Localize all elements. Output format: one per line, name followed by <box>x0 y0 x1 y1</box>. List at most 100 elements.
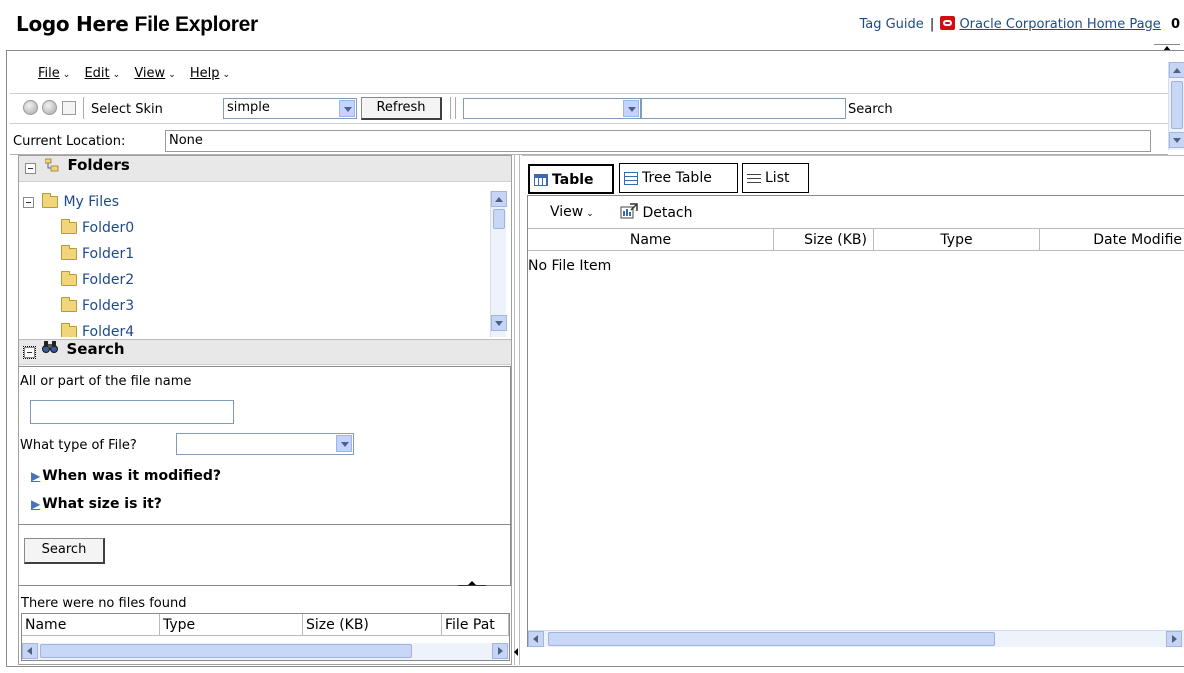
folder-icon <box>61 323 77 337</box>
filename-input[interactable] <box>30 400 234 424</box>
filetype-select[interactable] <box>176 433 354 455</box>
search-button[interactable]: Search <box>24 538 105 564</box>
results-col-size[interactable]: Size (KB) <box>303 614 442 636</box>
folder-icon <box>61 271 77 286</box>
skin-select[interactable]: simple <box>223 98 357 119</box>
tree-item-my-files[interactable]: My Files <box>23 193 119 210</box>
list-icon <box>747 172 761 184</box>
divider <box>10 123 1168 124</box>
chevron-down-icon: ⌄ <box>222 70 231 80</box>
forward-icon[interactable] <box>42 100 57 115</box>
scroll-thumb[interactable] <box>548 632 995 646</box>
tab-tree-table[interactable]: Tree Table <box>619 163 738 193</box>
header-tail-text: 0 <box>1170 17 1180 32</box>
scroll-thumb[interactable] <box>493 209 505 229</box>
menu-view-label: View <box>134 66 166 81</box>
app-brand: Logo Here File Explorer <box>16 12 258 37</box>
refresh-button[interactable]: Refresh <box>361 97 442 120</box>
tab-table[interactable]: Table <box>528 164 614 194</box>
tab-list[interactable]: List <box>742 163 809 193</box>
oracle-home-link[interactable]: Oracle Corporation Home Page <box>959 17 1160 32</box>
tab-tree-table-label: Tree Table <box>642 170 712 186</box>
expand-arrow-icon[interactable]: ▶ <box>31 497 40 511</box>
tree-item-label: Folder4 <box>82 324 135 337</box>
scroll-right-icon[interactable] <box>492 643 508 659</box>
location-value: None <box>165 130 1151 152</box>
results-col-type[interactable]: Type <box>160 614 303 636</box>
menu-bar: File ⌄ Edit ⌄ View ⌄ Help ⌄ <box>10 66 1168 88</box>
col-date-modified[interactable]: Date Modifie <box>1040 229 1184 251</box>
chevron-down-icon: ⌄ <box>62 70 71 80</box>
binoculars-icon <box>42 340 59 358</box>
pane-splitter[interactable] <box>514 155 520 665</box>
tree-item-folder[interactable]: Folder2 <box>61 271 135 288</box>
skin-select-value: simple <box>227 100 270 115</box>
col-name[interactable]: Name <box>528 229 774 251</box>
scroll-left-icon[interactable] <box>22 643 38 659</box>
expand-arrow-icon[interactable]: ▶ <box>31 469 40 483</box>
scroll-up-icon[interactable] <box>491 191 507 207</box>
results-col-name[interactable]: Name <box>22 614 160 636</box>
app-title: File Explorer <box>134 13 259 36</box>
filename-label: All or part of the file name <box>20 374 192 389</box>
detach-button[interactable]: Detach <box>620 203 693 223</box>
folder-tree: My Files Folder0 Folder1 Folder2 Folder3… <box>19 189 487 337</box>
folder-tree-scrollbar[interactable] <box>490 191 507 337</box>
results-resize-up-icon[interactable] <box>458 581 486 591</box>
menu-edit[interactable]: Edit ⌄ <box>84 66 120 81</box>
folders-panel-header: Folders <box>19 156 511 182</box>
scroll-up-icon[interactable] <box>1169 62 1184 78</box>
folder-icon <box>61 219 77 234</box>
content-h-scrollbar[interactable] <box>528 630 1184 647</box>
frame-top-scrollbar[interactable] <box>1168 62 1184 150</box>
collapse-icon[interactable] <box>23 196 34 208</box>
search-type-select[interactable] <box>463 98 641 119</box>
tag-guide-link[interactable]: Tag Guide <box>859 17 923 32</box>
search-link[interactable]: Search <box>848 102 893 117</box>
scroll-down-icon[interactable] <box>1169 132 1184 148</box>
scroll-left-icon[interactable] <box>528 631 544 647</box>
results-col-filepath[interactable]: File Pat <box>442 614 509 636</box>
results-h-scrollbar[interactable] <box>22 643 509 660</box>
tree-item-label: Folder2 <box>82 272 135 288</box>
scroll-down-icon[interactable] <box>491 315 507 331</box>
tree-item-folder[interactable]: Folder0 <box>61 219 134 236</box>
chevron-down-icon: ⌄ <box>112 70 121 80</box>
scroll-right-icon[interactable] <box>1166 631 1182 647</box>
col-size[interactable]: Size (KB) <box>774 229 874 251</box>
collapse-icon[interactable] <box>25 163 36 174</box>
folder-icon <box>61 245 77 260</box>
up-folder-icon[interactable] <box>62 100 76 115</box>
size-label: What size is it? <box>42 496 162 512</box>
back-icon[interactable] <box>23 100 38 115</box>
modified-label: When was it modified? <box>42 468 221 484</box>
oracle-icon[interactable] <box>940 16 956 30</box>
app-header: Logo Here File Explorer Tag Guide | Oracl… <box>0 0 1184 46</box>
menu-file[interactable]: File ⌄ <box>38 66 70 81</box>
tree-item-folder[interactable]: Folder4 <box>61 323 135 337</box>
search-panel-header: Search <box>19 339 511 365</box>
splitter-collapse-icon[interactable] <box>514 648 518 656</box>
scroll-thumb[interactable] <box>40 644 412 658</box>
tree-item-folder[interactable]: Folder3 <box>61 297 134 314</box>
divider <box>83 97 84 119</box>
divider <box>10 93 1168 94</box>
results-table: Name Type Size (KB) File Pat <box>21 613 510 661</box>
size-disclosure[interactable]: ▶ What size is it? <box>31 496 162 512</box>
logo: Logo Here <box>16 12 129 36</box>
tab-list-label: List <box>765 170 790 186</box>
col-type[interactable]: Type <box>874 229 1040 251</box>
chevron-down-icon <box>623 100 639 117</box>
menu-edit-label: Edit <box>84 66 110 81</box>
results-message: There were no files found <box>21 596 187 611</box>
menu-help[interactable]: Help ⌄ <box>190 66 230 81</box>
modified-disclosure[interactable]: ▶ When was it modified? <box>31 468 221 484</box>
menu-file-label: File <box>38 66 60 81</box>
menu-view[interactable]: View ⌄ <box>134 66 175 81</box>
scroll-thumb[interactable] <box>1171 81 1183 129</box>
tree-item-folder[interactable]: Folder1 <box>61 245 134 262</box>
view-menu[interactable]: View ⌄ <box>550 204 594 220</box>
table-icon <box>534 174 548 186</box>
collapse-icon[interactable] <box>23 346 36 359</box>
search-input[interactable] <box>641 98 846 119</box>
